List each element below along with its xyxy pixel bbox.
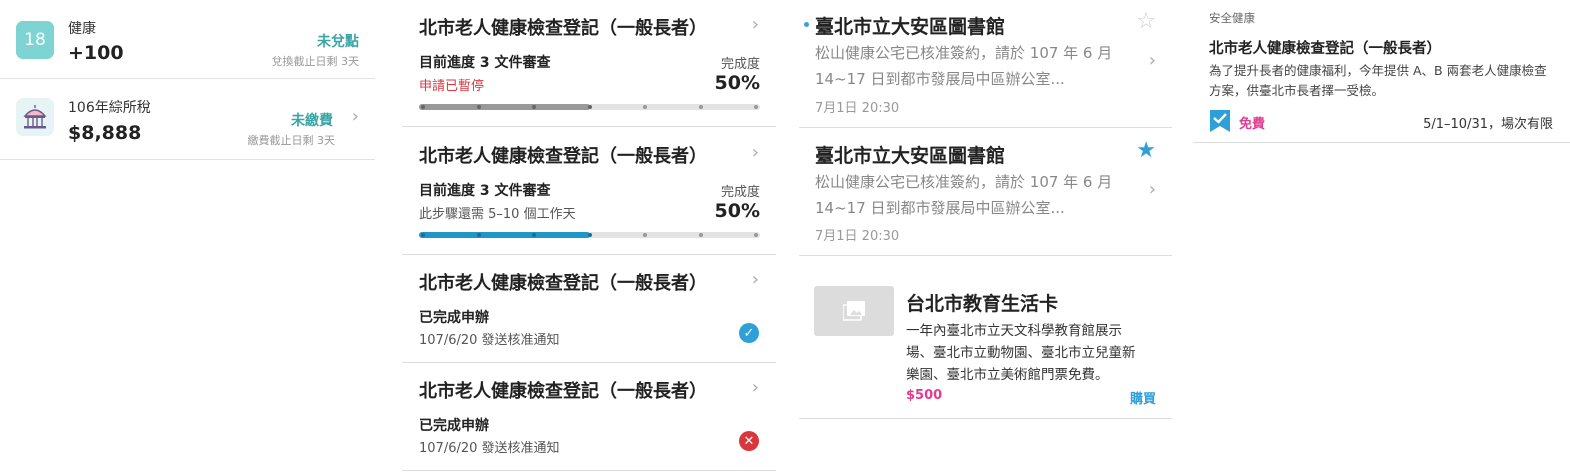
chevron-right-icon: › <box>351 106 359 127</box>
application-note: 此步驟還需 5–10 個工作天 <box>419 207 576 222</box>
points-badge: 18 <box>16 21 54 59</box>
image-placeholder-icon <box>814 286 894 336</box>
points-label: 健康 <box>68 21 96 37</box>
progress-step-dot <box>643 105 647 109</box>
application-title: 北市老人健康檢查登記（一般長者） <box>419 146 707 167</box>
product-card[interactable]: 台北市教育生活卡 一年內臺北市立天文科學教育館展示場、臺北市立動物園、臺北市立兒… <box>799 256 1172 419</box>
progress-step-dot <box>476 105 481 109</box>
messages-column: 臺北市立大安區圖書館 ☆ 松山健康公宅已核准簽約，請於 107 年 6 月 14… <box>799 0 1172 419</box>
completion-value: 50% <box>714 72 760 94</box>
completion-label: 完成度 <box>720 57 760 72</box>
account-summary-column: 18 健康 +100 未兌點 兌換截止日剩 3天 106年綜所稅 $8,888 … <box>0 0 375 160</box>
service-category: 安全健康 <box>1209 11 1255 25</box>
application-title: 北市老人健康檢查登記（一般長者） <box>419 18 707 39</box>
progress-bar-fill <box>419 232 590 238</box>
points-deadline: 兌換截止日剩 3天 <box>271 55 360 68</box>
tax-card[interactable]: 106年綜所稅 $8,888 未繳費 繳費截止日剩 3天 › <box>0 79 375 160</box>
product-price: $500 <box>906 388 943 403</box>
service-period: 5/1–10/31，場次有限 <box>1423 117 1553 132</box>
message-item[interactable]: 臺北市立大安區圖書館 ☆ 松山健康公宅已核准簽約，請於 107 年 6 月 14… <box>799 0 1172 128</box>
star-outline-icon[interactable]: ☆ <box>1136 9 1156 34</box>
completion-label: 完成度 <box>720 185 760 200</box>
chevron-right-icon: › <box>751 269 759 290</box>
progress-step-dot <box>698 105 703 109</box>
chevron-right-icon: › <box>1148 179 1156 200</box>
application-progress: 目前進度 3 文件審查 <box>419 183 551 199</box>
message-title: 臺北市立大安區圖書館 <box>815 16 1006 38</box>
application-note: 107/6/20 發送核准通知 <box>419 333 560 348</box>
service-column: 安全健康 北市老人健康檢查登記（一般長者） 為了提升長者的健康福利，今年提供 A… <box>1193 0 1570 143</box>
chevron-right-icon: › <box>751 377 759 398</box>
tax-deadline: 繳費截止日剩 3天 <box>247 134 336 147</box>
tax-label: 106年綜所稅 <box>68 100 151 116</box>
progress-step-dot <box>698 233 703 237</box>
product-title: 台北市教育生活卡 <box>906 293 1059 315</box>
application-status: 已完成申辦 <box>419 310 489 326</box>
application-card[interactable]: 北市老人健康檢查登記（一般長者） › 已完成申辦 107/6/20 發送核准通知… <box>402 363 776 471</box>
message-body: 松山健康公宅已核准簽約，請於 107 年 6 月 14~17 日到都市發展局中區… <box>815 44 1113 88</box>
tax-value: $8,888 <box>68 122 142 144</box>
message-time: 7月1日 20:30 <box>815 101 900 116</box>
progress-bar <box>419 232 760 238</box>
completion-value: 50% <box>714 200 760 222</box>
application-card[interactable]: 北市老人健康檢查登記（一般長者） › 目前進度 3 文件審查 此步驟還需 5–1… <box>402 127 776 255</box>
progress-step-dot <box>587 105 592 109</box>
application-title: 北市老人健康檢查登記（一般長者） <box>419 273 707 294</box>
progress-bar <box>419 104 760 110</box>
application-card[interactable]: 北市老人健康檢查登記（一般長者） › 目前進度 3 文件審查 申請已暫停 完成度… <box>402 0 776 127</box>
progress-step-dot <box>643 233 647 237</box>
points-value: +100 <box>68 42 124 64</box>
chevron-right-icon: › <box>751 14 759 35</box>
unread-dot-icon <box>804 22 809 27</box>
application-title: 北市老人健康檢查登記（一般長者） <box>419 381 707 402</box>
message-item[interactable]: 臺北市立大安區圖書館 ★ 松山健康公宅已核准簽約，請於 107 年 6 月 14… <box>799 128 1172 256</box>
progress-step-dot <box>421 233 425 237</box>
tax-status: 未繳費 <box>291 113 333 129</box>
service-title: 北市老人健康檢查登記（一般長者） <box>1209 41 1441 57</box>
application-note: 107/6/20 發送核准通知 <box>419 441 560 456</box>
star-filled-icon[interactable]: ★ <box>1136 138 1156 163</box>
chevron-right-icon: › <box>1148 50 1156 71</box>
chevron-right-icon: › <box>751 142 759 163</box>
x-circle-icon: ✕ <box>739 431 759 451</box>
application-status: 已完成申辦 <box>419 418 489 434</box>
application-note: 申請已暫停 <box>419 79 485 94</box>
progress-step-dot <box>754 105 758 109</box>
progress-step-dot <box>587 233 592 237</box>
progress-step-dot <box>476 233 481 237</box>
service-card[interactable]: 安全健康 北市老人健康檢查登記（一般長者） 為了提升長者的健康福利，今年提供 A… <box>1193 0 1570 143</box>
progress-bar-fill <box>419 104 590 110</box>
progress-step-dot <box>421 105 425 109</box>
application-card[interactable]: 北市老人健康檢查登記（一般長者） › 已完成申辦 107/6/20 發送核准通知… <box>402 255 776 363</box>
product-description: 一年內臺北市立天文科學教育館展示場、臺北市立動物園、臺北市立兒童新樂園、臺北市立… <box>906 323 1136 383</box>
message-time: 7月1日 20:30 <box>815 229 900 244</box>
buy-button[interactable]: 購買 <box>1130 388 1156 407</box>
check-circle-icon: ✓ <box>739 323 759 343</box>
points-card[interactable]: 18 健康 +100 未兌點 兌換截止日剩 3天 <box>0 0 375 79</box>
points-status: 未兌點 <box>317 34 359 50</box>
message-body: 松山健康公宅已核准簽約，請於 107 年 6 月 14~17 日到都市發展局中區… <box>815 173 1113 217</box>
progress-step-dot <box>532 105 536 109</box>
service-description: 為了提升長者的健康福利，今年提供 A、B 兩套老人健康檢查方案，供臺北市長者擇一… <box>1209 63 1547 98</box>
application-progress: 目前進度 3 文件審查 <box>419 55 551 71</box>
progress-step-dot <box>754 233 758 237</box>
progress-step-dot <box>532 233 536 237</box>
service-fee: 免費 <box>1239 117 1266 132</box>
bookmark-check-icon[interactable] <box>1209 109 1231 133</box>
applications-column: 北市老人健康檢查登記（一般長者） › 目前進度 3 文件審查 申請已暫停 完成度… <box>402 0 776 471</box>
message-title: 臺北市立大安區圖書館 <box>815 145 1006 167</box>
government-building-icon <box>16 98 54 136</box>
